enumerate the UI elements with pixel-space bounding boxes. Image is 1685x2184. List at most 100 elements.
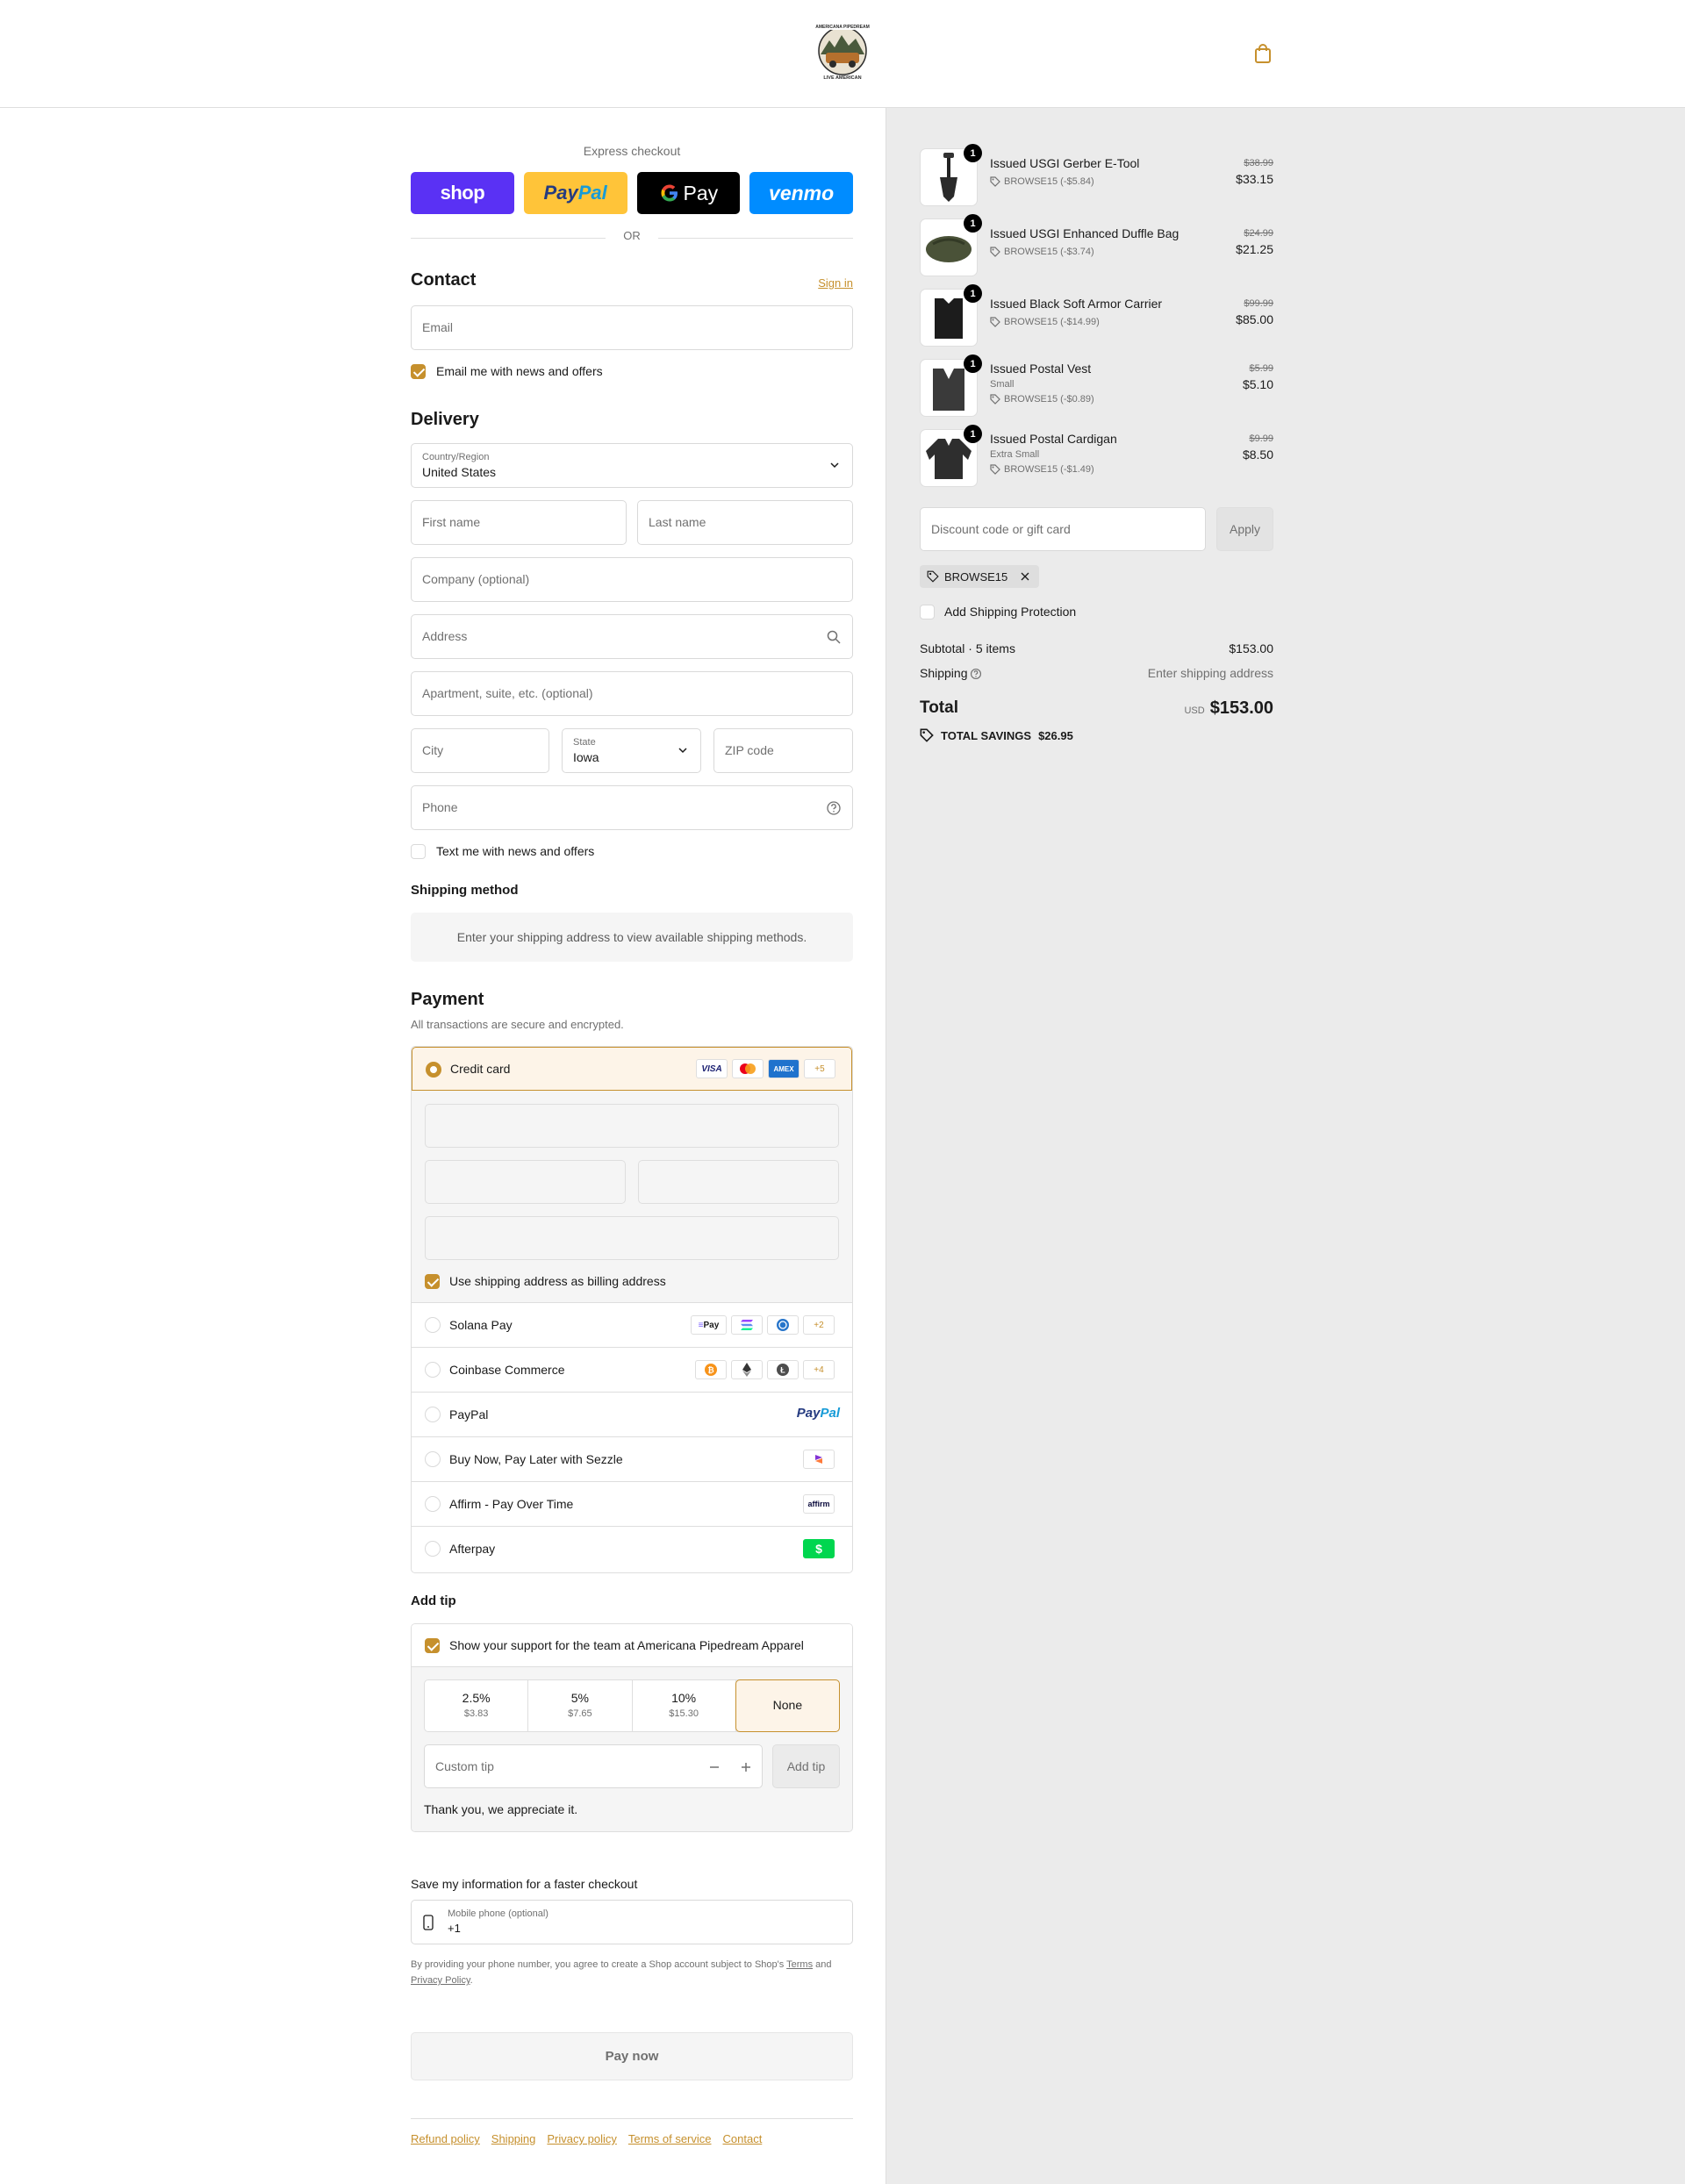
refund-policy-link[interactable]: Refund policy — [411, 2132, 480, 2145]
shipping-protection-checkbox[interactable] — [920, 605, 935, 619]
card-name-field[interactable] — [425, 1216, 839, 1260]
sms-news-checkbox[interactable] — [411, 844, 426, 859]
country-select[interactable]: Country/Region United States — [411, 443, 853, 488]
usdc-logo — [777, 1319, 789, 1331]
affirm-label: Affirm - Pay Over Time — [449, 1497, 574, 1511]
email-news-checkbox[interactable] — [411, 364, 426, 379]
card-cvv-field[interactable] — [638, 1160, 839, 1204]
tip-option-5[interactable]: 5% $7.65 — [528, 1680, 633, 1731]
svg-text:Ł: Ł — [780, 1366, 785, 1375]
country-value: United States — [422, 465, 497, 479]
email-field[interactable]: Email — [411, 305, 853, 350]
coinbase-option[interactable]: Coinbase Commerce ₿ Ł +4 — [412, 1348, 852, 1393]
apply-discount-button[interactable]: Apply — [1216, 507, 1273, 551]
tip-support-checkbox[interactable] — [425, 1638, 440, 1653]
phone-field[interactable]: Phone — [411, 785, 853, 830]
solana-radio[interactable] — [425, 1317, 441, 1333]
country-label: Country/Region — [422, 452, 490, 462]
save-info-legal: By providing your phone number, you agre… — [411, 1957, 853, 1988]
more-crypto-badge: +2 — [803, 1315, 835, 1335]
phone-placeholder: Phone — [422, 800, 458, 814]
total-row: Total USD $153.00 — [920, 698, 1273, 723]
privacy-policy-link[interactable]: Privacy policy — [547, 2132, 616, 2145]
tip-pct: 10% — [671, 1691, 697, 1705]
city-field[interactable]: City — [411, 728, 549, 773]
more-coinbase-badge: +4 — [803, 1360, 835, 1379]
affirm-icon: affirm — [803, 1494, 835, 1514]
company-field[interactable]: Company (optional) — [411, 557, 853, 602]
contact-link[interactable]: Contact — [723, 2132, 763, 2145]
paypal-option[interactable]: PayPal PayPal — [412, 1393, 852, 1437]
afterpay-option[interactable]: Afterpay $ — [412, 1527, 852, 1572]
coinbase-radio[interactable] — [425, 1362, 441, 1378]
card-expiry-field[interactable] — [425, 1160, 626, 1204]
discounted-price: $33.15 — [1236, 172, 1273, 186]
item-discount: BROWSE15 (-$5.84) — [990, 176, 1094, 187]
card-number-field[interactable] — [425, 1104, 839, 1148]
solana-pay-option[interactable]: Solana Pay ≡ Pay +2 — [412, 1303, 852, 1348]
custom-tip-field[interactable]: Custom tip — [424, 1744, 763, 1788]
total-label: Total — [920, 698, 958, 717]
item-discount: BROWSE15 (-$1.49) — [990, 464, 1094, 475]
terms-link[interactable]: Terms — [786, 1959, 813, 1970]
affirm-option[interactable]: Affirm - Pay Over Time affirm — [412, 1482, 852, 1527]
subtotal-label: Subtotal · 5 items — [920, 641, 1015, 655]
credit-card-option[interactable]: Credit card VISA AMEX +5 — [412, 1047, 852, 1091]
state-select[interactable]: State Iowa — [562, 728, 701, 773]
minus-icon[interactable] — [708, 1761, 721, 1773]
discount-text: BROWSE15 (-$14.99) — [1004, 317, 1100, 327]
help-circle-icon[interactable] — [970, 668, 982, 680]
cart-item: 1 Issued USGI Gerber E-Tool BROWSE15 (-$… — [920, 144, 1273, 206]
paypal-radio[interactable] — [425, 1407, 441, 1422]
sezzle-option[interactable]: Buy Now, Pay Later with Sezzle — [412, 1437, 852, 1482]
help-circle-icon[interactable] — [826, 800, 842, 816]
original-price: $24.99 — [1244, 228, 1273, 239]
store-logo[interactable]: AMERICANA PIPEDREAM LIVE AMERICAN — [812, 21, 873, 84]
plus-icon[interactable] — [740, 1761, 752, 1773]
discount-code-input[interactable]: Discount code or gift card — [920, 507, 1206, 551]
affirm-radio[interactable] — [425, 1496, 441, 1512]
address-field[interactable]: Address — [411, 614, 853, 659]
mobile-phone-field[interactable]: Mobile phone (optional) +1 — [411, 1900, 853, 1944]
google-pay-label: Pay — [683, 181, 719, 204]
shop-pay-button[interactable]: shop — [411, 172, 514, 214]
last-name-field[interactable]: Last name — [637, 500, 853, 545]
footer-links: Refund policy Shipping Privacy policy Te… — [411, 2118, 853, 2145]
privacy-link[interactable]: Privacy Policy — [411, 1975, 470, 1986]
close-icon[interactable] — [1020, 571, 1030, 582]
sign-in-link[interactable]: Sign in — [818, 276, 853, 290]
shopping-bag-icon[interactable] — [1253, 43, 1273, 64]
tip-pct: None — [772, 1698, 803, 1712]
or-label: OR — [606, 229, 658, 242]
first-name-field[interactable]: First name — [411, 500, 627, 545]
tip-option-none[interactable]: None — [735, 1679, 840, 1732]
svg-text:LIVE AMERICAN: LIVE AMERICAN — [823, 75, 861, 81]
cart-item: 1 Issued Postal Vest Small BROWSE15 (-$0… — [920, 354, 1273, 417]
tip-option-10[interactable]: 10% $15.30 — [633, 1680, 736, 1731]
pay-now-button[interactable]: Pay now — [411, 2032, 853, 2080]
terms-of-service-link[interactable]: Terms of service — [628, 2132, 712, 2145]
more-crypto-count: +2 — [814, 1320, 824, 1330]
paypal-option-label: PayPal — [449, 1407, 489, 1421]
tag-icon — [990, 464, 1000, 475]
apartment-field[interactable]: Apartment, suite, etc. (optional) — [411, 671, 853, 716]
venmo-button[interactable]: venmo — [749, 172, 853, 214]
add-tip-button[interactable]: Add tip — [772, 1744, 840, 1788]
tip-option-2-5[interactable]: 2.5% $3.83 — [425, 1680, 529, 1731]
zip-field[interactable]: ZIP code — [713, 728, 853, 773]
credit-card-radio[interactable] — [426, 1062, 441, 1078]
discounted-price: $85.00 — [1236, 312, 1273, 326]
quantity-badge: 1 — [964, 284, 982, 303]
search-icon — [827, 630, 841, 644]
usdc-icon — [767, 1315, 799, 1335]
sezzle-radio[interactable] — [425, 1451, 441, 1467]
shipping-policy-link[interactable]: Shipping — [491, 2132, 536, 2145]
google-pay-button[interactable]: Pay — [636, 172, 741, 214]
tip-options: 2.5% $3.83 5% $7.65 10% $15.30 None — [424, 1679, 840, 1732]
paypal-logo-a: Pay — [796, 1406, 821, 1421]
billing-same-checkbox[interactable] — [425, 1274, 440, 1289]
pay-now-label: Pay now — [605, 2049, 659, 2064]
afterpay-radio[interactable] — [425, 1541, 441, 1557]
bitcoin-logo: ₿ — [705, 1364, 717, 1376]
paypal-button[interactable]: Pay Pal — [523, 172, 627, 214]
